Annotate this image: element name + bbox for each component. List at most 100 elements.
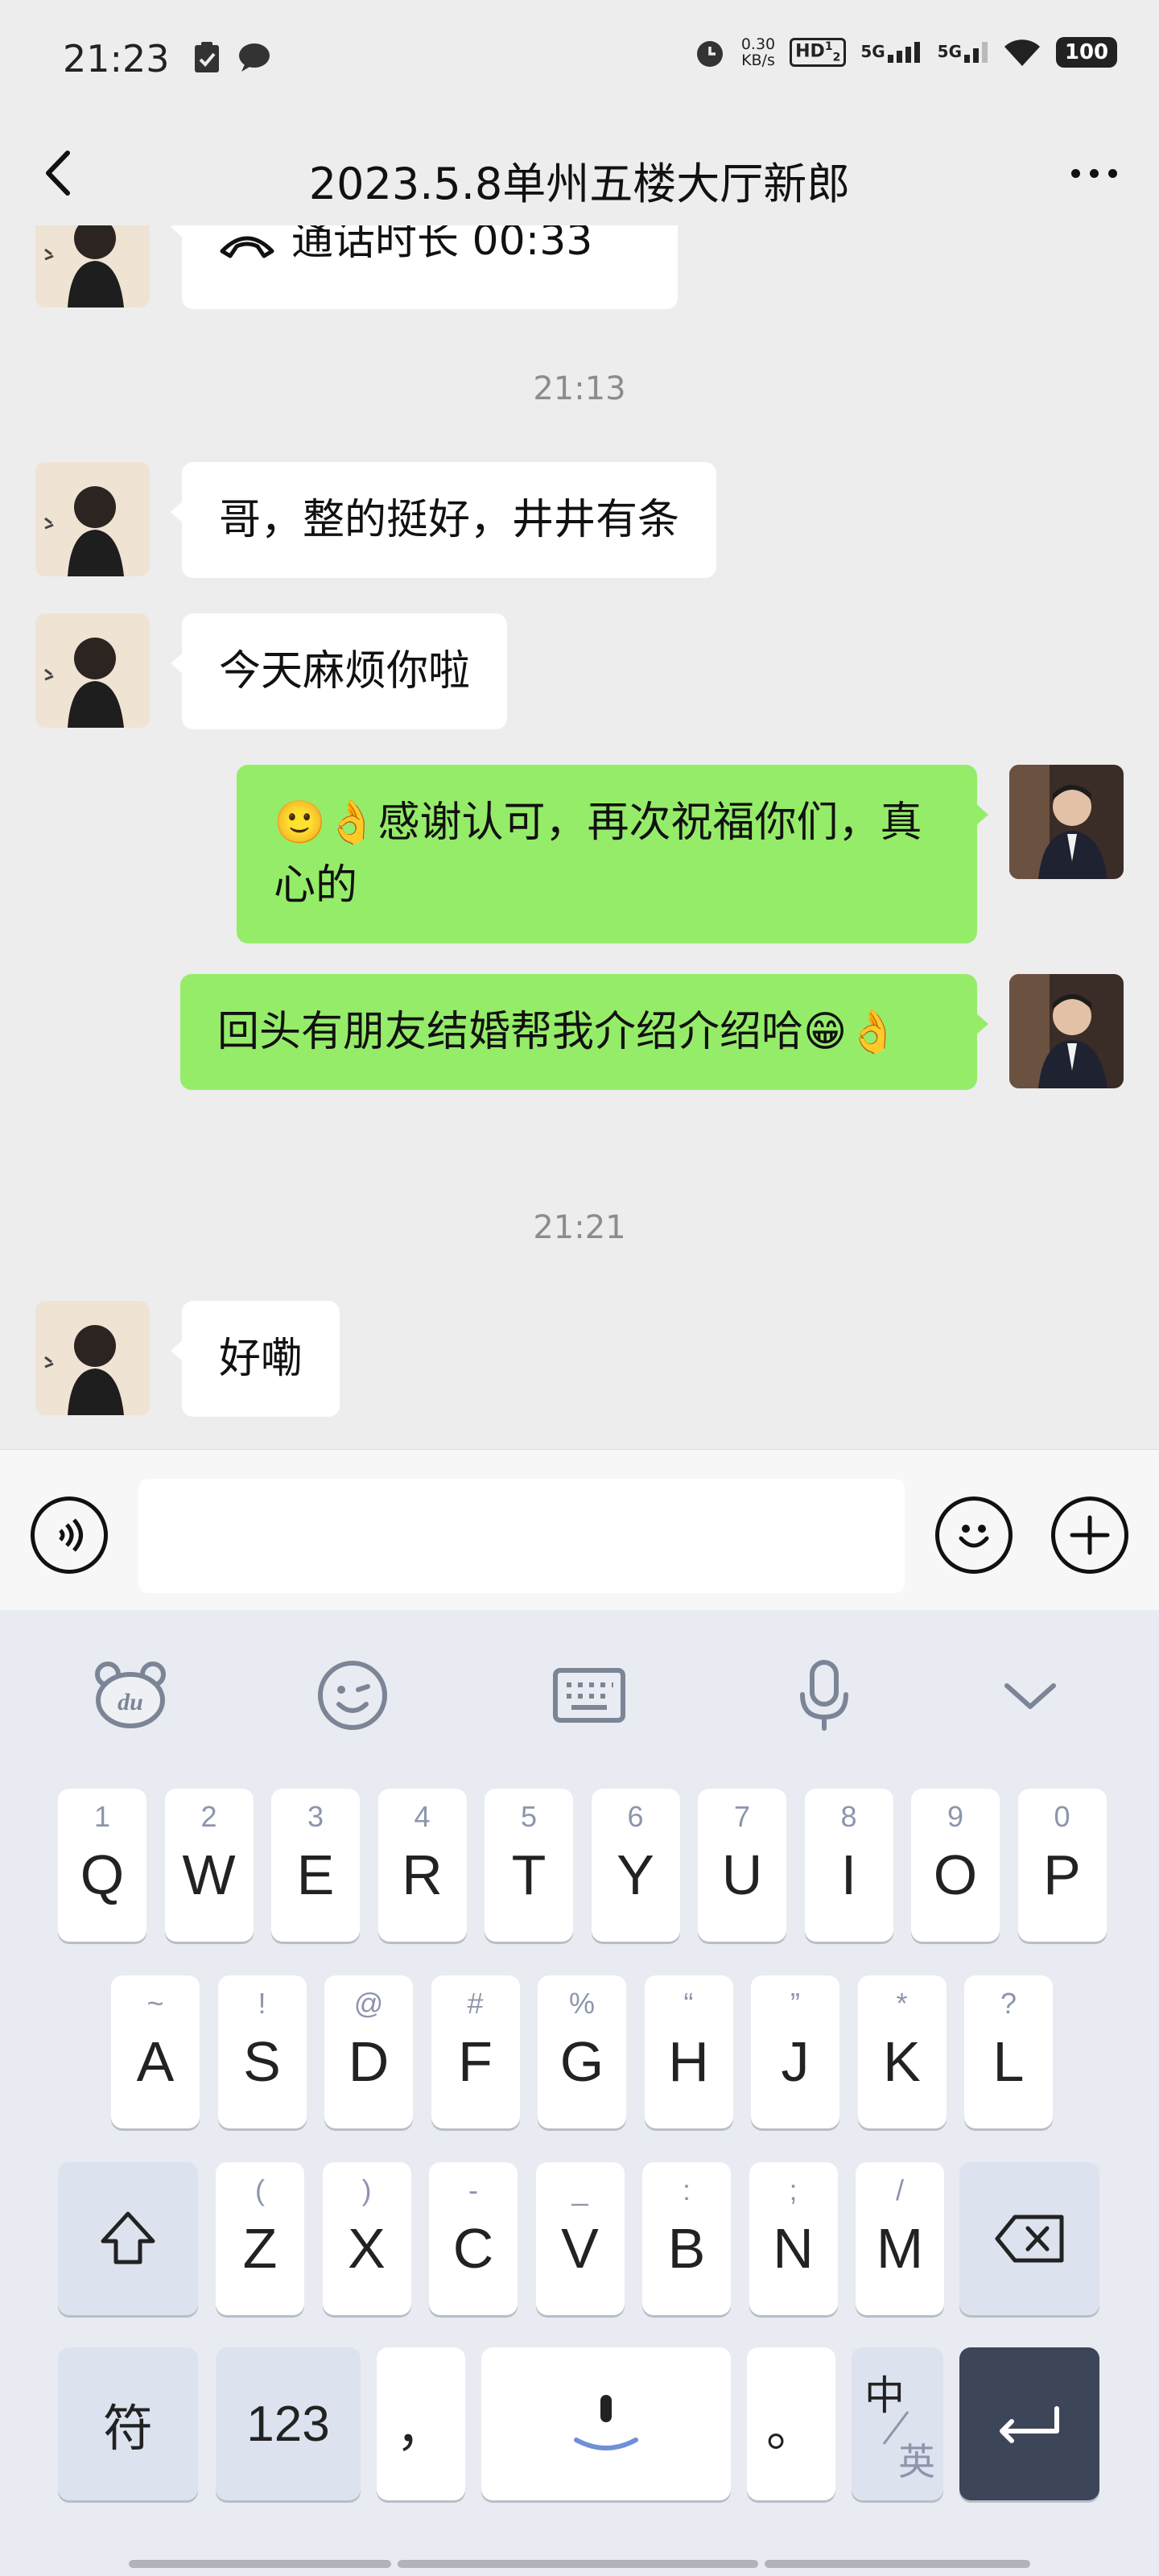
key-secondary-label: ( bbox=[255, 2174, 265, 2207]
voice-input-button[interactable] bbox=[31, 1496, 108, 1574]
key-g[interactable]: % G bbox=[538, 1975, 626, 2128]
more-dot-icon bbox=[1107, 168, 1117, 178]
signal-1: 5G bbox=[860, 42, 922, 63]
space-key[interactable] bbox=[481, 2347, 731, 2500]
key-primary-label: P bbox=[1043, 1843, 1081, 1906]
message-list[interactable]: 通话时长 00:33 21:13 哥，整的挺好，井井有条 今天麻烦你啦 🙂👌感谢… bbox=[0, 225, 1159, 1449]
chat-notification-icon bbox=[239, 43, 270, 72]
key-secondary-label: / bbox=[895, 2174, 904, 2207]
key-j[interactable]: ” J bbox=[751, 1975, 839, 2128]
key-n[interactable]: ; N bbox=[749, 2162, 838, 2315]
more-options-button[interactable] bbox=[1058, 145, 1130, 201]
smiley-face-icon bbox=[959, 1525, 989, 1548]
message-text-input[interactable] bbox=[138, 1479, 905, 1593]
backspace-key[interactable] bbox=[959, 2162, 1099, 2315]
signal-2-label: 5G bbox=[937, 42, 962, 61]
hd-sub: 1 bbox=[824, 40, 833, 54]
emoji-panel-button[interactable] bbox=[312, 1655, 393, 1736]
key-d[interactable]: @ D bbox=[324, 1975, 413, 2128]
shift-key[interactable] bbox=[58, 2162, 198, 2315]
key-secondary-label: ) bbox=[361, 2174, 372, 2207]
signal-2: 5G bbox=[938, 42, 988, 63]
key-secondary-label: ; bbox=[789, 2174, 798, 2207]
key-y[interactable]: 6Y bbox=[591, 1789, 680, 1942]
key-secondary-label: ! bbox=[258, 1987, 266, 2020]
key-secondary-label: 7 bbox=[733, 1800, 751, 1833]
contact-avatar[interactable] bbox=[35, 225, 150, 308]
battery-indicator: 100 bbox=[1056, 37, 1117, 68]
key-z[interactable]: (Z bbox=[216, 2162, 304, 2315]
key-secondary-label: 3 bbox=[307, 1800, 324, 1833]
key-i[interactable]: 8I bbox=[804, 1789, 893, 1942]
my-avatar[interactable] bbox=[1009, 765, 1124, 879]
key-u[interactable]: 7U bbox=[698, 1789, 786, 1942]
key-q[interactable]: 1Q bbox=[58, 1789, 146, 1942]
message-bubble[interactable]: 🙂👌感谢认可，再次祝福你们，真心的 bbox=[237, 765, 988, 943]
ime-logo-button[interactable]: du bbox=[90, 1655, 171, 1736]
message-bubble[interactable]: 今天麻烦你啦 bbox=[170, 613, 508, 729]
home-indicator bbox=[398, 2560, 758, 2568]
status-time: 21:23 bbox=[63, 37, 170, 80]
cartoon-person-avatar-icon bbox=[35, 1301, 150, 1415]
comma-key[interactable]: ， bbox=[377, 2347, 465, 2500]
key-b[interactable]: :B bbox=[642, 2162, 731, 2315]
comma-key-label: ， bbox=[395, 2401, 446, 2457]
key-x[interactable]: ) X bbox=[322, 2162, 411, 2315]
key-f[interactable]: # F bbox=[431, 1975, 520, 2128]
key-m[interactable]: / M bbox=[856, 2162, 944, 2315]
key-s[interactable]: ! S bbox=[217, 1975, 307, 2128]
plus-icon bbox=[1070, 1515, 1110, 1555]
key-v[interactable]: _ V bbox=[535, 2162, 625, 2315]
ime-keyboard: du 1Q 2 W 3 E 4 R 5 T 6 Y 7 U 8 I 9 O 0 … bbox=[0, 1610, 1159, 2576]
call-record-bubble[interactable]: 通话时长 00:33 bbox=[171, 225, 678, 309]
message-bubble[interactable]: 回头有朋友结婚帮我介绍介绍哈😁👌 bbox=[180, 974, 988, 1090]
key-t[interactable]: 5T bbox=[485, 1789, 573, 1942]
keyboard-layout-button[interactable] bbox=[549, 1655, 629, 1736]
symbols-key[interactable]: 符 bbox=[58, 2347, 198, 2500]
more-functions-button[interactable] bbox=[1051, 1496, 1128, 1574]
hd-label: HD bbox=[795, 41, 825, 62]
contact-avatar[interactable] bbox=[35, 462, 150, 576]
contact-avatar[interactable] bbox=[35, 613, 150, 728]
key-primary-label: N bbox=[773, 2217, 814, 2280]
enter-key[interactable] bbox=[959, 2347, 1099, 2500]
key-p[interactable]: 0P bbox=[1017, 1789, 1107, 1942]
chevron-down-icon bbox=[1004, 1683, 1056, 1709]
key-o[interactable]: 9O bbox=[911, 1789, 1000, 1942]
back-button[interactable] bbox=[32, 145, 89, 201]
clipboard-check-icon bbox=[195, 42, 219, 72]
my-avatar[interactable] bbox=[1009, 974, 1124, 1088]
key-secondary-label: 9 bbox=[947, 1800, 964, 1833]
key-secondary-label: 0 bbox=[1054, 1800, 1070, 1833]
key-k[interactable]: * K bbox=[857, 1975, 947, 2128]
contact-avatar[interactable] bbox=[35, 1301, 150, 1415]
key-e[interactable]: 3E bbox=[271, 1789, 360, 1942]
key-primary-label: T bbox=[511, 1843, 547, 1906]
key-l[interactable]: ? L bbox=[964, 1975, 1053, 2128]
numbers-key-label: 123 bbox=[246, 2396, 330, 2452]
hide-keyboard-button[interactable] bbox=[990, 1655, 1070, 1736]
key-secondary-label: ? bbox=[1000, 1987, 1017, 2020]
numbers-key[interactable]: 123 bbox=[216, 2347, 361, 2500]
key-secondary-label: % bbox=[568, 1987, 595, 2020]
message-bubble[interactable]: 好嘞 bbox=[170, 1301, 340, 1417]
message-bubble[interactable]: 哥，整的挺好，井井有条 bbox=[170, 462, 717, 578]
key-w[interactable]: 2W bbox=[164, 1789, 254, 1942]
key-a[interactable]: ~ A bbox=[111, 1975, 200, 2128]
key-secondary-label: : bbox=[682, 2174, 691, 2207]
period-key[interactable]: 。 bbox=[747, 2347, 835, 2500]
key-r[interactable]: 4R bbox=[377, 1789, 467, 1942]
voice-typing-button[interactable] bbox=[784, 1655, 864, 1736]
emoji-button[interactable] bbox=[935, 1496, 1013, 1574]
backspace-icon bbox=[995, 2215, 1064, 2263]
back-arrow-icon bbox=[46, 151, 70, 196]
status-bar: 21:23 0.30 KB/s HD12 5G 5G 100 bbox=[0, 0, 1159, 121]
key-h[interactable]: “H bbox=[644, 1975, 733, 2128]
key-primary-label: S bbox=[243, 2030, 281, 2093]
timestamp: 21:21 bbox=[533, 1209, 626, 1246]
key-primary-label: L bbox=[992, 2030, 1025, 2093]
network-speed: 0.30 KB/s bbox=[741, 36, 775, 68]
key-c[interactable]: -C bbox=[429, 2162, 518, 2315]
key-primary-label: O bbox=[933, 1843, 978, 1906]
language-switch-key[interactable]: 中 英 bbox=[852, 2347, 943, 2500]
